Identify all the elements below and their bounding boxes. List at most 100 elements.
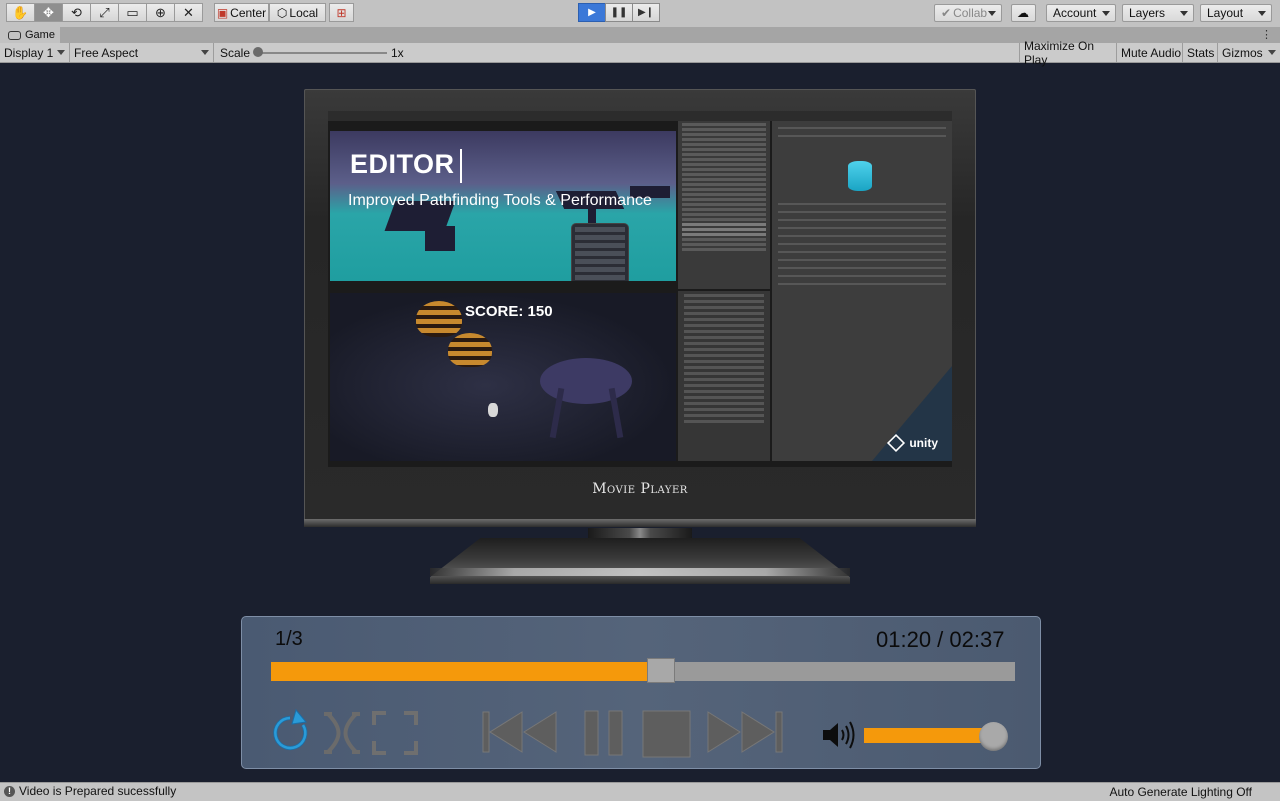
seek-bar[interactable] <box>271 658 1015 683</box>
info-icon: ! <box>4 785 15 797</box>
pivot-center-button[interactable]: ▣ Center <box>214 3 269 22</box>
rect-tool-icon[interactable]: ▭ <box>118 3 147 22</box>
space-label: Local <box>289 5 319 20</box>
display-dropdown[interactable]: Display 1 <box>0 43 70 62</box>
title-divider <box>460 149 462 183</box>
play-button-icon[interactable]: ▶ <box>578 3 606 22</box>
layout-dropdown[interactable]: Layout <box>1200 4 1272 22</box>
video-editor-toolbar <box>328 111 952 121</box>
player-character <box>488 403 498 417</box>
scene-inspector-overlay <box>571 223 629 281</box>
table-object <box>540 358 632 404</box>
lighting-status: Auto Generate Lighting Off <box>1109 785 1252 799</box>
rotate-tool-icon[interactable]: ⟲ <box>62 3 91 22</box>
scale-label: Scale <box>220 45 251 60</box>
stop-icon[interactable] <box>642 710 692 758</box>
pause-icon[interactable] <box>583 709 625 757</box>
chevron-down-icon <box>988 11 996 16</box>
account-dropdown[interactable]: Account <box>1046 4 1116 22</box>
video-editor-title: EDITOR <box>350 149 455 179</box>
hierarchy-pane <box>678 121 770 289</box>
layout-label: Layout <box>1207 6 1244 20</box>
layers-label: Layers <box>1129 6 1166 20</box>
tv-stand-highlight <box>430 568 850 576</box>
scene-object <box>425 226 455 251</box>
volume-icon[interactable] <box>821 720 855 750</box>
status-message[interactable]: ! Video is Prepared sucessfully <box>4 784 176 798</box>
time-display: 01:20 / 02:37 <box>876 627 1005 652</box>
chevron-down-icon <box>1268 50 1276 55</box>
scale-slider-track[interactable] <box>257 52 387 54</box>
unity-logo: unity <box>887 433 938 453</box>
cloud-button[interactable]: ☁ <box>1011 4 1036 22</box>
move-tool-icon[interactable]: ✥ <box>34 3 63 22</box>
custom-tool-icon[interactable]: ✕ <box>174 3 203 22</box>
unity-cube-icon <box>887 433 906 453</box>
playback-controls: ▶ ❚❚ ▶❙ <box>578 3 660 22</box>
maximize-label: Maximize On Play <box>1024 38 1095 67</box>
game-view-thumbnail: SCORE: 150 <box>330 293 676 461</box>
tab-game[interactable]: Game <box>0 27 60 43</box>
gizmos-dropdown[interactable]: Gizmos <box>1218 43 1280 62</box>
game-tab-label: Game <box>25 29 55 41</box>
mute-label: Mute Audio <box>1121 45 1182 60</box>
hand-tool-icon[interactable]: ✋ <box>6 3 35 22</box>
aspect-label: Free Aspect <box>74 45 139 60</box>
cloud-icon: ☁ <box>1017 6 1029 20</box>
shuffle-icon[interactable] <box>322 710 362 756</box>
playlist-counter: 1/3 <box>275 628 303 650</box>
pivot-label: Center <box>230 5 267 20</box>
agent-cylinder <box>848 161 872 191</box>
project-pane <box>678 291 770 461</box>
tab-menu-icon[interactable]: ⋮ <box>1261 28 1272 41</box>
scale-slider-knob[interactable] <box>253 47 263 57</box>
game-view-controls: Display 1 Free Aspect Scale 1x Maximize … <box>0 39 1280 67</box>
game-score: SCORE: 150 <box>465 303 553 320</box>
status-bar: ! Video is Prepared sucessfully Auto Gen… <box>0 782 1280 801</box>
unity-toolbar: ✋ ✥ ⟲ ⤢ ▭ ⊕ ✕ ▣ Center ⬡ Local ⊞ ▶ ❚❚ ▶❙… <box>0 0 1280 28</box>
mute-audio-toggle[interactable]: Mute Audio <box>1117 43 1183 62</box>
dome-building <box>448 333 492 367</box>
snap-toggle-icon[interactable]: ⊞ <box>329 3 354 22</box>
volume-slider-handle[interactable] <box>979 722 1008 751</box>
fullscreen-icon[interactable] <box>372 711 418 755</box>
seek-bar-fill <box>271 662 661 681</box>
video-screen: EDITOR Improved Pathfinding Tools & Perf… <box>328 111 952 467</box>
local-icon: ⬡ <box>276 5 288 20</box>
chevron-down-icon <box>201 50 209 55</box>
step-button-icon[interactable]: ▶❙ <box>632 3 660 22</box>
chevron-down-icon <box>1258 11 1266 16</box>
collab-check-icon: ✔ <box>941 6 952 20</box>
tv-stand-base <box>430 538 850 584</box>
video-editor-subtitle: Improved Pathfinding Tools & Performance <box>348 192 652 209</box>
unity-logo-label: unity <box>909 436 938 450</box>
account-label: Account <box>1053 6 1097 20</box>
layers-dropdown[interactable]: Layers <box>1122 4 1194 22</box>
next-icon[interactable] <box>706 708 784 756</box>
maximize-on-play-toggle[interactable]: Maximize On Play <box>1020 39 1117 67</box>
collab-label: Collab <box>953 6 988 20</box>
loop-icon[interactable] <box>270 708 310 756</box>
transform-tool-icon[interactable]: ⊕ <box>146 3 175 22</box>
dome-building <box>416 301 462 337</box>
tv-brand-label: Movie Player <box>592 481 688 497</box>
pause-button-icon[interactable]: ❚❚ <box>605 3 633 22</box>
pivot-local-button[interactable]: ⬡ Local <box>269 3 326 22</box>
stats-toggle[interactable]: Stats <box>1183 43 1218 62</box>
pivot-icon: ▣ <box>216 5 229 20</box>
scale-value: 1x <box>391 45 404 60</box>
chevron-down-icon <box>57 50 65 55</box>
gamepad-icon <box>8 30 21 40</box>
previous-icon[interactable] <box>482 708 558 756</box>
status-message-text: Video is Prepared sucessfully <box>19 784 177 798</box>
tv-bezel <box>304 519 976 527</box>
aspect-dropdown[interactable]: Free Aspect <box>70 43 214 62</box>
display-label: Display 1 <box>4 45 54 60</box>
gizmos-label: Gizmos <box>1222 45 1263 60</box>
chevron-down-icon <box>1180 11 1188 16</box>
collab-dropdown[interactable]: ✔ Collab <box>934 4 1002 22</box>
seek-bar-handle[interactable] <box>646 658 675 683</box>
scale-tool-icon[interactable]: ⤢ <box>90 3 119 22</box>
stats-label: Stats <box>1187 45 1215 60</box>
volume-slider[interactable] <box>864 728 994 743</box>
